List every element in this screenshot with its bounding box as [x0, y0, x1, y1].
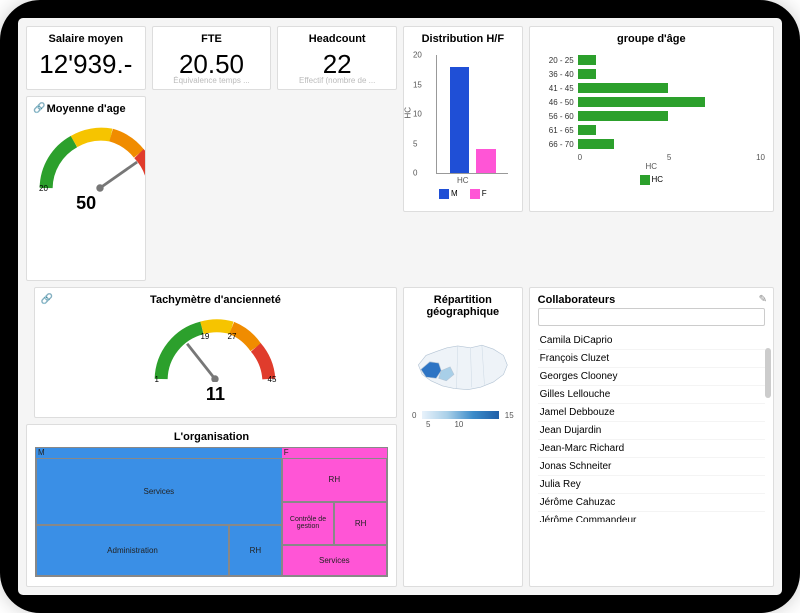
- gauge-tenure-card[interactable]: 🔗 Tachymètre d'ancienneté 1 19 27 45 11: [34, 287, 397, 418]
- kpi-fte-sub: Équivalence temps ...: [153, 76, 271, 85]
- scrollbar[interactable]: [765, 348, 771, 398]
- kpi-fte: FTE 20.50 Équivalence temps ...: [152, 26, 272, 90]
- axis-y-label: HC: [403, 107, 412, 119]
- collab-search-input[interactable]: [538, 308, 765, 326]
- tm-rh-m: RH: [229, 525, 282, 576]
- chart-age-group: groupe d'âge 20 - 2536 - 4041 - 4546 - 5…: [529, 26, 774, 212]
- chart-distribution-title: Distribution H/F: [412, 33, 514, 45]
- switzerland-map: [412, 330, 514, 400]
- tm-services-f: Services: [282, 545, 387, 576]
- list-item[interactable]: Camila DiCaprio: [538, 332, 765, 350]
- chart-organisation: L'organisation M Services Administration…: [26, 424, 397, 587]
- axis-x-label: HC: [412, 176, 514, 185]
- list-item[interactable]: Jérôme Commandeur: [538, 512, 765, 522]
- gauge-tenure: 1 19 27 45: [150, 314, 280, 382]
- age-group-xlabel: HC: [538, 162, 765, 171]
- distribution-plot: 0 5 10 15 20: [436, 55, 508, 174]
- tablet-frame: Salaire moyen 12'939.- FTE 20.50 Équival…: [0, 0, 800, 613]
- chart-geo: Répartition géographique 015 510: [403, 287, 523, 587]
- chart-distribution-hf: Distribution H/F HC 0 5 10 15 20 HC M F: [403, 26, 523, 212]
- gauge-age-card[interactable]: 🔗 Moyenne d'age 20 65 50: [26, 96, 146, 281]
- kpi-fte-title: FTE: [161, 33, 263, 45]
- dashboard-screen: Salaire moyen 12'939.- FTE 20.50 Équival…: [18, 18, 782, 595]
- kpi-headcount: Headcount 22 Effectif (nombre de ...: [277, 26, 397, 90]
- gauge-age: 20 65: [35, 123, 146, 191]
- distribution-legend: M F: [412, 189, 514, 199]
- age-group-title: groupe d'âge: [538, 33, 765, 45]
- kpi-salary-value: 12'939.-: [35, 49, 137, 80]
- list-item[interactable]: Jean Dujardin: [538, 422, 765, 440]
- org-treemap: M Services Administration RH F RH Contrô…: [35, 447, 388, 577]
- list-item[interactable]: Julia Rey: [538, 476, 765, 494]
- geo-title: Répartition géographique: [412, 294, 514, 318]
- list-item[interactable]: François Cluzet: [538, 350, 765, 368]
- link-icon[interactable]: 🔗: [33, 103, 45, 114]
- pencil-icon[interactable]: ✎: [759, 294, 767, 305]
- list-item[interactable]: Jérôme Cahuzac: [538, 494, 765, 512]
- tm-services: Services: [36, 458, 282, 525]
- kpi-headcount-title: Headcount: [286, 33, 388, 45]
- tm-rh-f2: RH: [334, 502, 387, 546]
- kpi-salary-title: Salaire moyen: [35, 33, 137, 45]
- geo-legend: 015: [412, 411, 514, 420]
- collab-list[interactable]: Camila DiCaprioFrançois CluzetGeorges Cl…: [538, 332, 765, 522]
- list-item[interactable]: Jean-Marc Richard: [538, 440, 765, 458]
- collaborators-card: ✎ Collaborateurs Camila DiCaprioFrançois…: [529, 287, 774, 587]
- bar-f: [476, 149, 496, 173]
- list-item[interactable]: Gilles Lellouche: [538, 386, 765, 404]
- list-item[interactable]: Jonas Schneiter: [538, 458, 765, 476]
- kpi-salary: Salaire moyen 12'939.-: [26, 26, 146, 90]
- bar-m: [450, 67, 470, 173]
- link-icon[interactable]: 🔗: [41, 294, 53, 305]
- gauge-tenure-title: Tachymètre d'ancienneté: [43, 294, 388, 306]
- tm-rh-f: RH: [282, 458, 387, 502]
- gauge-age-title: Moyenne d'age: [35, 103, 137, 115]
- age-group-bars: 20 - 2536 - 4041 - 4546 - 5056 - 6061 - …: [538, 49, 765, 153]
- gauge-tenure-value: 11: [43, 384, 388, 405]
- list-item[interactable]: Georges Clooney: [538, 368, 765, 386]
- collab-title: Collaborateurs: [538, 294, 765, 306]
- gauge-age-value: 50: [35, 193, 137, 214]
- tm-controle: Contrôle de gestion: [282, 502, 335, 546]
- tm-admin: Administration: [36, 525, 229, 576]
- org-title: L'organisation: [35, 431, 388, 443]
- list-item[interactable]: Jamel Debbouze: [538, 404, 765, 422]
- kpi-headcount-sub: Effectif (nombre de ...: [278, 76, 396, 85]
